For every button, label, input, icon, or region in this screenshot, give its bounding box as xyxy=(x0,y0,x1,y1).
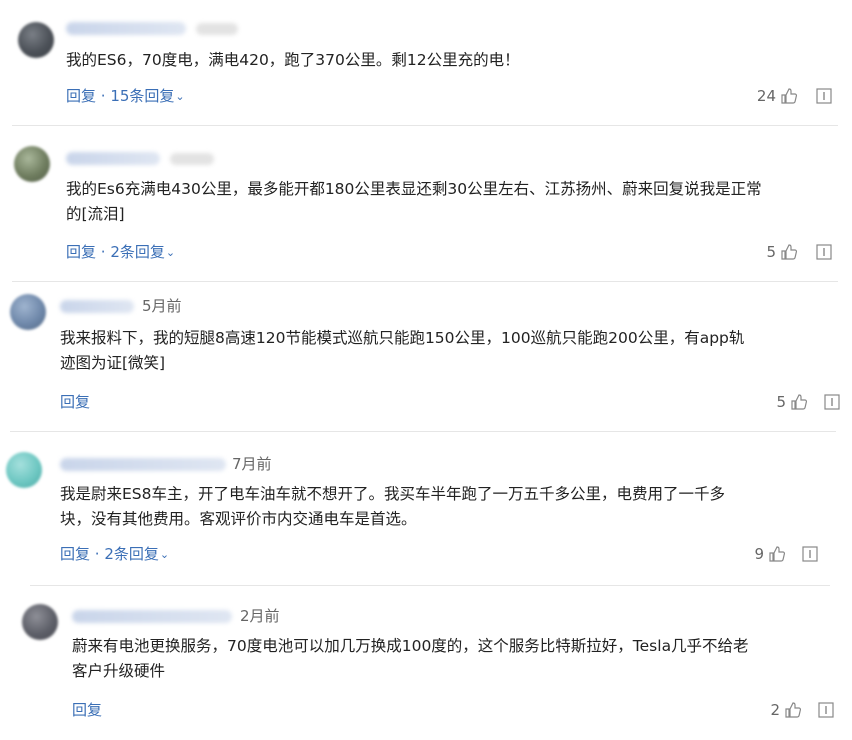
like-count: 9 xyxy=(754,545,764,563)
username-redacted[interactable] xyxy=(66,152,160,165)
thumbs-up-icon[interactable] xyxy=(768,545,786,563)
thumbs-up-icon[interactable] xyxy=(780,87,798,105)
reply-label[interactable]: 回复 xyxy=(60,545,90,563)
report-icon[interactable] xyxy=(818,702,834,718)
comment-text: 蔚来有电池更换服务，70度电池可以加几万换成100度的，这个服务比特斯拉好，Te… xyxy=(72,637,749,680)
avatar[interactable] xyxy=(14,146,50,182)
comment-item: 2月前 蔚来有电池更换服务，70度电池可以加几万换成100度的，这个服务比特斯拉… xyxy=(0,586,852,740)
report-icon[interactable] xyxy=(802,546,818,562)
reply-label[interactable]: 回复 xyxy=(72,701,102,719)
comment-item: 我的Es6充满电430公里，最多能开都180公里表显还剩30公里左右、江苏扬州、… xyxy=(0,126,852,282)
comment-text: 我是尉来ES8车主，开了电车油车就不想开了。我买车半年跑了一万五千多公里，电费用… xyxy=(60,485,725,528)
separator: · xyxy=(90,545,105,563)
like-count: 5 xyxy=(776,393,786,411)
comment-item: 我的ES6，70度电，满电420，跑了370公里。剩12公里充的电！ 回复 · … xyxy=(0,0,852,126)
reply-link[interactable]: 回复 xyxy=(60,392,90,412)
replies-count-link[interactable]: 2条回复 xyxy=(104,545,159,563)
report-icon[interactable] xyxy=(824,394,840,410)
username-redacted[interactable] xyxy=(60,300,134,313)
comment-time: 7月前 xyxy=(232,455,272,473)
comment-item: 7月前 我是尉来ES8车主，开了电车油车就不想开了。我买车半年跑了一万五千多公里… xyxy=(0,432,852,586)
comment-time: 2月前 xyxy=(240,607,280,625)
chevron-down-icon[interactable]: ⌄ xyxy=(175,87,184,107)
avatar[interactable] xyxy=(10,294,46,330)
username-redacted[interactable] xyxy=(72,610,232,623)
comment-item: 5月前 我来报料下，我的短腿8高速120节能模式巡航只能跑150公里，100巡航… xyxy=(0,282,852,432)
reply-link[interactable]: 回复 · 2条回复⌄ xyxy=(60,544,169,566)
comment-text: 我的Es6充满电430公里，最多能开都180公里表显还剩30公里左右、江苏扬州、… xyxy=(66,180,762,223)
like-count: 5 xyxy=(766,243,776,261)
reply-link[interactable]: 回复 xyxy=(72,700,102,720)
replies-count-link[interactable]: 15条回复 xyxy=(110,87,174,105)
separator: · xyxy=(96,87,111,105)
thumbs-up-icon[interactable] xyxy=(780,243,798,261)
reply-link[interactable]: 回复 · 15条回复⌄ xyxy=(66,86,185,108)
timestamp-redacted xyxy=(170,153,214,165)
reply-label[interactable]: 回复 xyxy=(66,87,96,105)
like-count: 24 xyxy=(756,87,776,105)
like-count: 2 xyxy=(770,701,780,719)
reply-label[interactable]: 回复 xyxy=(66,243,96,261)
timestamp-redacted xyxy=(196,23,238,35)
comment-text: 我来报料下，我的短腿8高速120节能模式巡航只能跑150公里，100巡航只能跑2… xyxy=(60,329,745,372)
reply-label[interactable]: 回复 xyxy=(60,393,90,411)
username-redacted[interactable] xyxy=(66,22,186,35)
report-icon[interactable] xyxy=(816,244,832,260)
comment-text: 我的ES6，70度电，满电420，跑了370公里。剩12公里充的电！ xyxy=(66,51,520,69)
avatar[interactable] xyxy=(18,22,54,58)
chevron-down-icon[interactable]: ⌄ xyxy=(166,243,175,263)
chevron-down-icon[interactable]: ⌄ xyxy=(160,545,169,565)
reply-link[interactable]: 回复 · 2条回复⌄ xyxy=(66,242,175,264)
avatar[interactable] xyxy=(6,452,42,488)
thumbs-up-icon[interactable] xyxy=(790,393,808,411)
separator: · xyxy=(96,243,111,261)
comment-time: 5月前 xyxy=(142,297,182,315)
report-icon[interactable] xyxy=(816,88,832,104)
username-redacted[interactable] xyxy=(60,458,226,471)
thumbs-up-icon[interactable] xyxy=(784,701,802,719)
avatar[interactable] xyxy=(22,604,58,640)
replies-count-link[interactable]: 2条回复 xyxy=(110,243,165,261)
